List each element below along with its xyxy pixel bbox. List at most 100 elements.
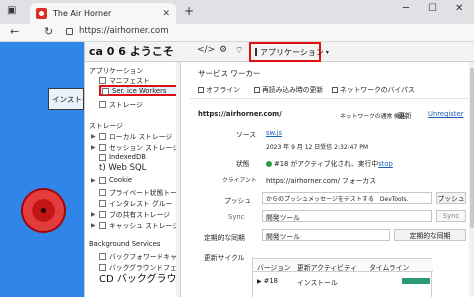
database-icon <box>99 252 106 260</box>
sidebar-item-interest-groups[interactable]: インタレスト グルー <box>99 198 172 208</box>
settings-icon[interactable]: ⚙ <box>219 45 227 55</box>
sync-input[interactable]: 開発ツール <box>262 210 432 222</box>
chevron-right-icon: ▶ <box>91 210 96 218</box>
sidebar-item-label: バックフォワードキャッシュ <box>109 253 180 261</box>
sidebar-item-label: プライベート状態トークン <box>109 189 180 197</box>
lock-icon <box>66 27 73 35</box>
column-header-activity: 更新アクティビティ <box>297 264 358 272</box>
application-sidebar: アプリケーション マニフェスト Ser. ice Workers ストレージ ス… <box>85 62 181 297</box>
sidebar-section-background-services: Background Services <box>89 240 161 248</box>
periodic-sync-input[interactable]: 開発ツール <box>262 229 390 241</box>
sync-button[interactable]: Sync <box>436 210 466 222</box>
checkbox-icon <box>332 87 338 93</box>
periodic-sync-button[interactable]: 定期的な同期 <box>394 229 466 241</box>
sidebar-item-back-forward-cache[interactable]: バックフォワードキャッシュ <box>99 251 180 261</box>
sidebar-item-cookies[interactable]: ▶ Cookie <box>91 176 132 184</box>
refresh-icon[interactable]: ↻ <box>44 25 53 38</box>
minimize-button[interactable]: ─ <box>403 3 409 14</box>
table-icon <box>99 143 106 151</box>
sidebar-item-label: ローカル ストレージ <box>109 133 173 141</box>
tab-title: The Air Horner <box>53 9 112 18</box>
push-label: プッシュ <box>224 197 252 205</box>
bypass-network-label: ネットワークのバイパス <box>340 86 415 94</box>
status-text: #18 がアクティブ化され、実行中 <box>274 160 379 168</box>
column-header-timeline: タイムライン <box>369 264 410 272</box>
chevron-right-icon: ▶ <box>91 132 96 140</box>
checkbox-icon <box>254 87 260 93</box>
tab-close-icon[interactable]: ✕ <box>162 9 170 19</box>
sidebar-item-label: セッション ストレージ <box>109 144 179 152</box>
url-text: https://airhorner.com <box>79 26 169 36</box>
clients-label: クライアント <box>222 178 257 184</box>
update-on-reload-label: 再読み込み時の更新 <box>262 86 324 94</box>
network-icon[interactable]: ⌔ <box>235 45 243 56</box>
maximize-button[interactable]: ☐ <box>428 3 437 14</box>
browser-tab[interactable]: The Air Horner ✕ <box>30 3 176 24</box>
sidebar-section-application: アプリケーション <box>89 67 144 75</box>
database-icon <box>99 153 106 161</box>
back-icon[interactable]: ← <box>10 25 19 38</box>
update-on-reload-checkbox[interactable]: 再読み込み時の更新 <box>254 84 323 94</box>
horn-center <box>41 208 46 213</box>
sidebar-item-storage[interactable]: ストレージ <box>99 99 143 109</box>
window-menu-icon[interactable]: ▣ <box>7 5 16 16</box>
sidebar-item-service-workers[interactable]: Ser. ice Workers <box>102 87 166 95</box>
token-icon <box>99 188 106 196</box>
close-window-button[interactable]: ✕ <box>455 3 463 14</box>
database-icon <box>99 100 106 108</box>
bypass-network-checkbox[interactable]: ネットワークのバイパス <box>332 84 415 94</box>
sidebar-item-label: IndexedDB <box>109 153 146 161</box>
sidebar-item-local-storage[interactable]: ▶ ローカル ストレージ <box>91 131 172 141</box>
offline-checkbox[interactable]: オフライン <box>198 84 240 94</box>
sidebar-item-manifest[interactable]: マニフェスト <box>99 75 150 85</box>
install-button[interactable]: インストール <box>48 88 84 110</box>
status-dot-icon <box>266 161 272 167</box>
sidebar-item-shared-storage[interactable]: ▶ ブの共有ストレージ <box>91 209 170 219</box>
favicon-icon <box>36 8 47 19</box>
chevron-down-icon: ▾ <box>325 48 329 56</box>
unregister-link[interactable]: Unregister <box>428 110 464 118</box>
title-bar: ▣ The Air Horner ✕ + ─ ☐ ✕ <box>0 0 474 24</box>
push-input[interactable]: からのプッシュメッセージをテストする DevTools. <box>262 192 432 204</box>
sidebar-item-indexeddb[interactable]: IndexedDB <box>99 153 146 161</box>
push-button[interactable]: プッシュ <box>436 192 466 204</box>
sidebar-scrollbar[interactable] <box>176 62 180 297</box>
sidebar-item-label: Cookie <box>109 176 133 184</box>
chevron-right-icon: ▶ <box>91 176 96 184</box>
address-bar: ← ↻ https://airhorner.com <box>0 24 474 42</box>
devtools-welcome-tab[interactable]: ca 0 6 ようこそ <box>89 43 174 59</box>
sidebar-item-background-sync[interactable]: CD バックグラウンド同期 <box>99 270 180 285</box>
divider <box>190 98 473 99</box>
update-link[interactable]: 更新 <box>398 110 412 120</box>
panel-scrollbar[interactable] <box>469 62 474 297</box>
tab-application[interactable]: アプリケーション ▾ <box>249 42 329 62</box>
table-row[interactable]: ▶ #18 <box>257 277 278 285</box>
clients-value: https://airhorner.com/ フォーカス <box>266 177 377 185</box>
sidebar-item-private-state-tokens[interactable]: プライベート状態トークン <box>99 187 180 197</box>
sources-icon[interactable]: </> <box>197 45 215 55</box>
timeline-bar <box>402 278 430 284</box>
sidebar-item-web-sql[interactable]: t) Web SQL <box>99 163 146 173</box>
sidebar-item-session-storage[interactable]: ▶ セッション ストレージ <box>91 142 179 152</box>
service-workers-panel: サービス ワーカー オフライン 再読み込み時の更新 ネットワークのバイパス ht… <box>182 62 474 297</box>
url-field[interactable]: https://airhorner.com <box>66 26 169 36</box>
file-icon <box>99 76 106 84</box>
stop-link[interactable]: stop <box>378 160 393 168</box>
network-requests-link[interactable]: ネットワークの通常 機能 <box>340 111 406 120</box>
page-viewport: インストール <box>0 42 84 297</box>
received-time: 2023 年 9 月 12 日受信 2:32:47 PM <box>266 144 368 151</box>
database-icon <box>99 210 106 218</box>
database-icon <box>99 221 106 229</box>
air-horn-button[interactable] <box>23 190 64 231</box>
sidebar-item-cache-storage[interactable]: ▶ キャッシュ ストレージ <box>91 220 179 230</box>
worker-origin: https://airhorner.com/ <box>198 110 282 118</box>
sidebar-item-label: ブの共有ストレージ <box>109 211 171 219</box>
table-cell-activity: インストール <box>297 279 338 287</box>
column-header-version: バージョン <box>257 264 291 272</box>
scrollbar-thumb[interactable] <box>470 68 474 228</box>
status-value: #18 がアクティブ化され、実行中stop <box>266 158 393 168</box>
chevron-right-icon: ▶ <box>257 278 262 285</box>
source-link[interactable]: sw.js <box>266 129 282 137</box>
chevron-right-icon: ▶ <box>91 143 96 151</box>
new-tab-button[interactable]: + <box>184 4 194 18</box>
